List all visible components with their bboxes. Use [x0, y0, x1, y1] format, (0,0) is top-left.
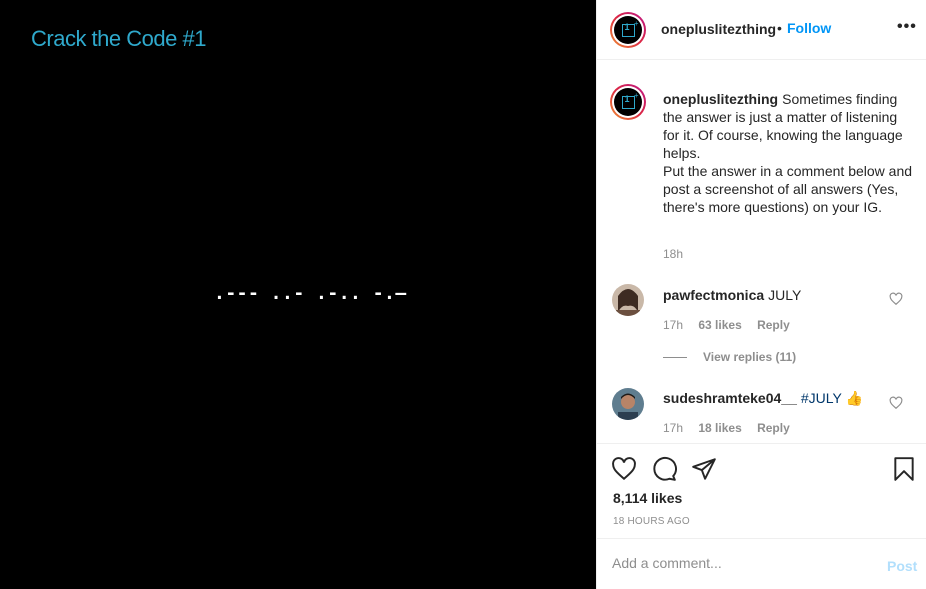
- bookmark-icon[interactable]: [891, 456, 917, 482]
- comment-timestamp[interactable]: 17h: [663, 318, 683, 332]
- add-comment-bar: Post: [597, 538, 926, 589]
- commenter-avatar[interactable]: [612, 388, 644, 420]
- oneplus-logo-icon: [621, 19, 638, 37]
- comment-icon[interactable]: [651, 456, 677, 482]
- caption-text: onepluslitezthing Sometimes finding the a…: [663, 90, 913, 216]
- heart-icon[interactable]: [611, 456, 637, 482]
- comment-input[interactable]: [612, 555, 862, 571]
- share-icon[interactable]: [691, 456, 717, 482]
- post-comment-button[interactable]: Post: [887, 558, 917, 574]
- commenter-avatar[interactable]: [612, 284, 644, 316]
- morse-code-text: .--- ..- .-.. -.—: [214, 283, 407, 304]
- reply-button[interactable]: Reply: [757, 421, 790, 435]
- reply-button[interactable]: Reply: [757, 318, 790, 332]
- commenter-username[interactable]: pawfectmonica: [663, 287, 764, 303]
- commenter-username[interactable]: sudeshramteke04__: [663, 390, 797, 406]
- comment-like-heart-icon[interactable]: [889, 292, 903, 306]
- comment-meta: 17h 18 likes Reply: [663, 421, 802, 435]
- comment-meta: 17h 63 likes Reply: [663, 318, 802, 332]
- view-replies-button[interactable]: View replies (11): [663, 350, 796, 364]
- more-options-icon[interactable]: •••: [897, 18, 917, 36]
- post-side-panel: onepluslitezthing • Follow ••• oneplusli…: [596, 0, 926, 589]
- media-title: Crack the Code #1: [31, 26, 206, 51]
- author-username[interactable]: onepluslitezthing: [661, 21, 776, 37]
- post-media[interactable]: Crack the Code #1 .--- ..- .-.. -.—: [0, 0, 596, 589]
- comment-likes[interactable]: 63 likes: [698, 318, 741, 332]
- comment-like-heart-icon[interactable]: [889, 396, 903, 410]
- post-actions: 8,114 likes 18 HOURS AGO: [597, 443, 926, 538]
- follow-button[interactable]: Follow: [787, 20, 831, 36]
- thumbs-up-emoji-icon: 👍: [845, 390, 863, 406]
- post-header: onepluslitezthing • Follow •••: [597, 0, 926, 60]
- caption-line: Put the answer in a comment below and po…: [663, 163, 913, 215]
- caption-avatar[interactable]: [610, 84, 646, 120]
- oneplus-logo-icon: [621, 91, 638, 109]
- comment-text: sudeshramteke04__ #JULY 👍: [663, 389, 863, 407]
- author-avatar[interactable]: [610, 12, 646, 48]
- comment-hashtag[interactable]: #JULY: [801, 390, 842, 406]
- comment-body: JULY: [768, 287, 802, 303]
- comment-likes[interactable]: 18 likes: [698, 421, 741, 435]
- view-replies-label: View replies (11): [703, 350, 797, 364]
- comment-timestamp[interactable]: 17h: [663, 421, 683, 435]
- separator-dot: •: [777, 20, 782, 36]
- likes-count[interactable]: 8,114 likes: [613, 490, 682, 506]
- caption-username[interactable]: onepluslitezthing: [663, 91, 778, 107]
- caption-timestamp[interactable]: 18h: [663, 247, 683, 261]
- replies-divider: [663, 356, 687, 358]
- comment-text: pawfectmonica JULY: [663, 286, 801, 304]
- post-time-ago[interactable]: 18 HOURS AGO: [613, 516, 690, 527]
